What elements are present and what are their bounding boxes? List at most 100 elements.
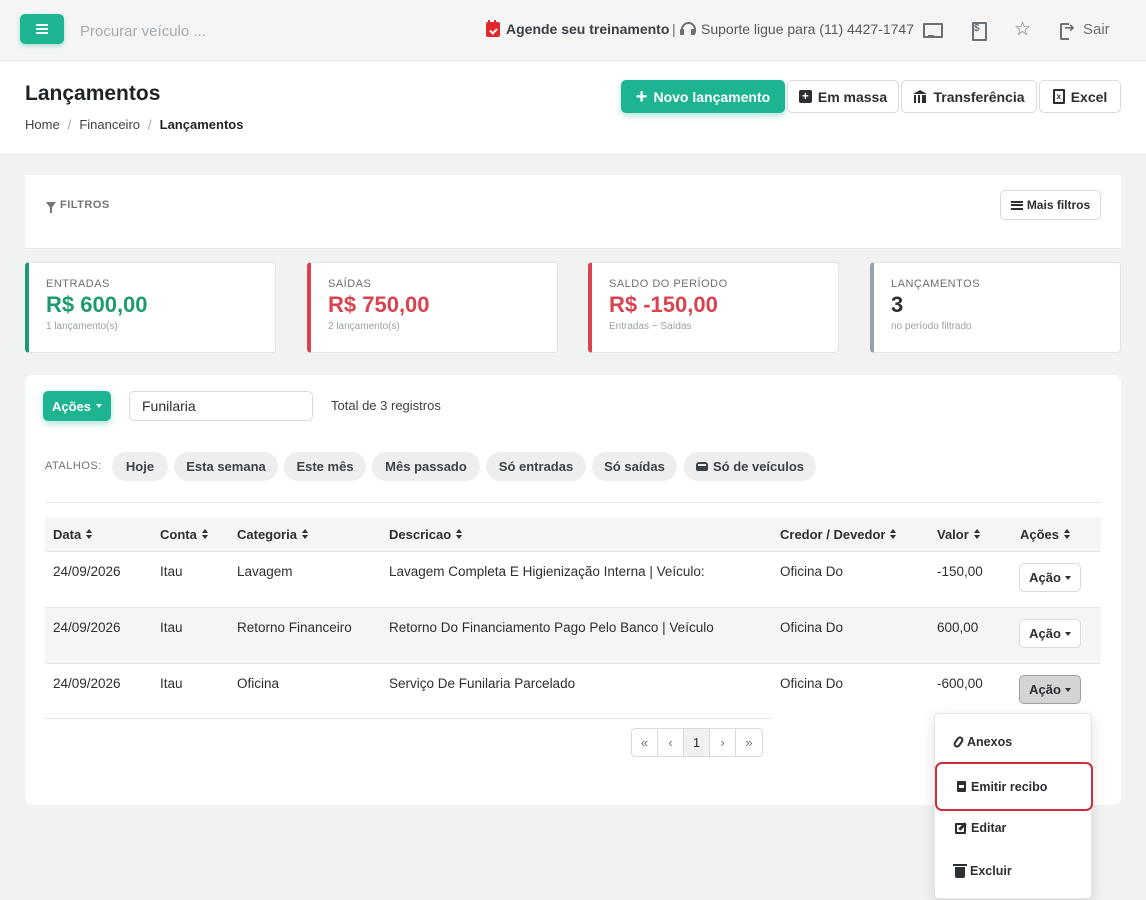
menu-item-label: Emitir recibo	[971, 779, 1048, 794]
caret-down-icon	[96, 404, 103, 408]
filters-toggle[interactable]: FILTROS	[46, 199, 110, 213]
vehicle-search-input[interactable]	[80, 19, 340, 43]
cell-categoria: Oficina	[237, 676, 280, 691]
column-header-categoria[interactable]: Categoria	[237, 527, 309, 542]
menu-item-emitir-recibo[interactable]: Emitir recibo	[935, 762, 1093, 811]
cell-credor: Oficina Do	[780, 620, 844, 635]
chip-esta-semana[interactable]: Esta semana	[174, 452, 278, 481]
menu-item-label: Editar	[971, 821, 1007, 835]
logout-button[interactable]: Sair	[1060, 20, 1110, 40]
breadcrumb-home[interactable]: Home	[25, 117, 60, 132]
bulk-actions-button[interactable]: Ações	[43, 391, 111, 421]
excel-export-button[interactable]: x Excel	[1039, 80, 1121, 113]
funnel-icon	[46, 201, 56, 213]
column-header-credor[interactable]: Credor / Devedor	[780, 527, 897, 542]
more-filters-button[interactable]: Mais filtros	[1000, 190, 1101, 220]
chip-mes-passado[interactable]: Mês passado	[372, 452, 480, 481]
chip-so-entradas[interactable]: Só entradas	[486, 452, 586, 481]
menu-button[interactable]	[20, 14, 64, 44]
column-label: Descricao	[389, 527, 452, 542]
invoice-icon[interactable]	[970, 22, 987, 41]
row-action-button-open[interactable]: Ação	[1019, 675, 1081, 704]
cell-credor: Oficina Do	[780, 676, 844, 691]
column-label: Categoria	[237, 527, 297, 542]
transfer-label: Transferência	[933, 88, 1025, 105]
chip-so-saidas[interactable]: Só saídas	[592, 452, 677, 481]
chip-hoje[interactable]: Hoje	[112, 452, 168, 481]
chip-label: Esta semana	[186, 459, 266, 474]
cell-data: 24/09/2026	[53, 620, 121, 635]
stat-subtext: no período filtrado	[891, 321, 972, 332]
column-header-data[interactable]: Data	[53, 527, 93, 542]
column-header-valor[interactable]: Valor	[937, 527, 981, 542]
sort-icon	[456, 529, 463, 540]
menu-item-anexos[interactable]: Anexos	[935, 722, 1093, 762]
table-header: Data Conta Categoria Descricao Credor / …	[45, 518, 1101, 552]
chip-label: Este mês	[296, 459, 354, 474]
menu-item-label: Anexos	[967, 735, 1013, 749]
sliders-icon	[1010, 200, 1023, 210]
page-first-button[interactable]: «	[632, 729, 658, 756]
new-entry-button[interactable]: + Novo lançamento	[621, 80, 785, 113]
star-icon[interactable]: ☆	[1014, 20, 1031, 39]
plus-icon: +	[635, 85, 648, 108]
training-link[interactable]: Agende seu treinamento	[486, 19, 669, 37]
chip-label: Hoje	[125, 459, 155, 474]
stat-card-saidas: SAÍDAS R$ 750,00 2 lançamento(s)	[307, 262, 558, 353]
breadcrumb: Home / Financeiro / Lançamentos	[25, 117, 243, 132]
cell-conta: Itau	[160, 676, 183, 691]
sort-icon	[86, 529, 93, 540]
menu-item-editar[interactable]: Editar	[935, 808, 1093, 848]
top-bar: Agende seu treinamento | Suporte ligue p…	[0, 0, 1146, 61]
column-label: Valor	[937, 527, 969, 542]
page-last-button[interactable]: »	[736, 729, 762, 756]
monitor-icon[interactable]	[923, 22, 943, 38]
breadcrumb-financeiro[interactable]: Financeiro	[79, 117, 140, 132]
cell-conta: Itau	[160, 620, 183, 635]
transfer-button[interactable]: Transferência	[901, 80, 1037, 113]
stat-label: ENTRADAS	[46, 278, 110, 290]
table-search-input[interactable]	[129, 391, 313, 421]
car-icon	[695, 462, 708, 471]
bank-icon	[913, 90, 928, 103]
edit-icon	[955, 822, 966, 834]
table-row: 24/09/2026 Itau Retorno Financeiro Retor…	[45, 608, 1101, 664]
column-label: Conta	[160, 527, 197, 542]
stat-label: SALDO DO PERÍODO	[609, 278, 728, 290]
cell-data: 24/09/2026	[53, 676, 121, 691]
stat-value: R$ 750,00	[328, 292, 430, 317]
bulk-entry-button[interactable]: + Em massa	[787, 80, 899, 113]
cell-valor: -600,00	[937, 676, 983, 691]
excel-file-icon: x	[1052, 89, 1065, 104]
column-header-conta[interactable]: Conta	[160, 527, 209, 542]
square-plus-icon: +	[798, 90, 812, 103]
row-action-button[interactable]: Ação	[1019, 563, 1081, 592]
menu-item-excluir[interactable]: Excluir	[935, 851, 1093, 891]
sort-icon	[973, 529, 981, 540]
chip-label: Só saídas	[604, 459, 665, 474]
page-number-button[interactable]: 1	[684, 729, 710, 756]
chip-label: Só entradas	[498, 459, 574, 474]
page-next-button[interactable]: ›	[710, 729, 736, 756]
row-action-label: Ação	[1029, 682, 1061, 697]
row-action-button[interactable]: Ação	[1019, 619, 1081, 648]
chip-este-mes[interactable]: Este mês	[284, 452, 366, 481]
breadcrumb-current: Lançamentos	[159, 117, 244, 132]
menu-item-label: Excluir	[970, 864, 1012, 878]
cell-descricao: Serviço De Funilaria Parcelado	[389, 676, 576, 691]
bulk-actions-label: Ações	[51, 398, 92, 414]
stat-card-entradas: ENTRADAS R$ 600,00 1 lançamento(s)	[25, 262, 276, 353]
bulk-entry-label: Em massa	[817, 88, 888, 105]
sort-icon	[301, 529, 309, 540]
breadcrumb-separator: /	[148, 117, 152, 132]
chip-so-de-veiculos[interactable]: Só de veículos	[684, 452, 816, 481]
trash-icon	[953, 863, 967, 878]
chip-label: Mês passado	[385, 459, 467, 474]
column-header-descricao[interactable]: Descricao	[389, 527, 463, 542]
row-action-label: Ação	[1029, 626, 1061, 641]
column-header-acoes[interactable]: Ações	[1020, 527, 1071, 542]
page-prev-button[interactable]: ‹	[658, 729, 684, 756]
stat-subtext: Entradas − Saídas	[609, 321, 692, 332]
cell-valor: 600,00	[937, 620, 979, 635]
pdf-file-icon	[957, 781, 966, 792]
